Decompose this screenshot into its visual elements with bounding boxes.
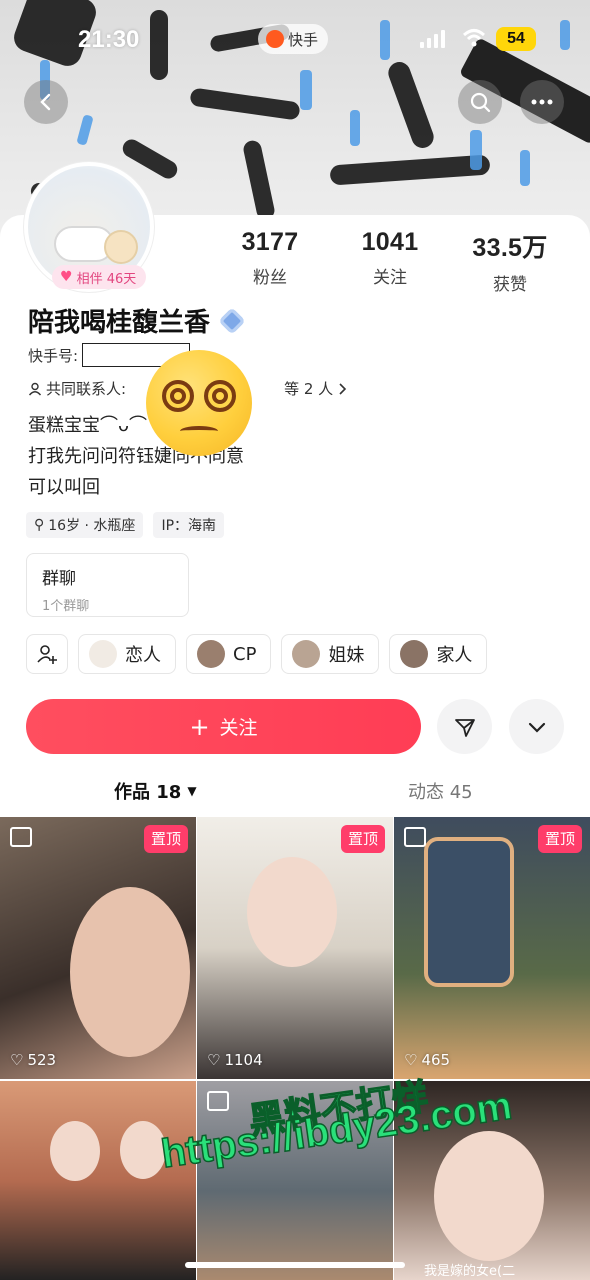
tab-works[interactable]: 作品 18 ▼: [114, 778, 197, 804]
common-contacts-suffix: 等 2 人: [284, 380, 334, 398]
wifi-icon: [462, 28, 486, 53]
relation-label: 姐妹: [328, 645, 365, 666]
follow-button-label: 关注: [219, 717, 258, 739]
post-caption-partial: 我是嫁的女e(二: [424, 1264, 516, 1279]
stat-following-label: 关注: [373, 268, 407, 288]
more-button[interactable]: [520, 80, 564, 124]
pinned-badge: 置顶: [340, 825, 385, 853]
plus-icon: +: [189, 712, 210, 741]
relation-avatar: [197, 640, 225, 668]
profile-stats: 3177 粉丝 1041 关注 33.5万 获赞: [210, 228, 580, 295]
relation-cp[interactable]: CP: [186, 634, 272, 674]
tab-moments[interactable]: 动态 45: [408, 778, 473, 804]
app-indicator: 快手: [258, 24, 329, 54]
battery-indicator: 54: [496, 27, 536, 51]
posts-grid: 置顶 ♡ 523 置顶 ♡ 1104 置顶 ♡ 465: [0, 817, 590, 1280]
like-count: ♡ 465: [404, 1051, 450, 1069]
post-tile[interactable]: 置顶 ♡ 465: [394, 817, 590, 1079]
like-count-value: 1104: [224, 1051, 263, 1069]
stat-fans[interactable]: 3177 粉丝: [210, 228, 330, 295]
pinned-badge: 置顶: [143, 825, 188, 853]
like-count-value: 465: [421, 1051, 451, 1069]
search-icon: [470, 92, 491, 113]
relation-label: 恋人: [125, 645, 161, 666]
send-icon: [454, 718, 475, 737]
chevron-left-icon: [40, 93, 51, 111]
heart-outline-icon: ♡: [404, 1051, 418, 1069]
gender-icon: ⚲: [34, 517, 45, 533]
age-tag-label: 16岁 · 水瓶座: [48, 518, 136, 534]
content-tabs: 作品 18 ▼ 动态 45: [0, 772, 590, 812]
relation-avatar: [292, 640, 321, 668]
relation-family[interactable]: 家人: [389, 634, 488, 674]
profile-nickname: 陪我喝桂馥兰香: [28, 302, 246, 339]
relation-label: 家人: [436, 645, 473, 666]
status-time: 21:30: [78, 26, 140, 53]
stat-following[interactable]: 1041 关注: [330, 228, 450, 295]
dizzy-face-sticker: [146, 350, 252, 456]
kuaishou-logo-icon: [266, 30, 284, 48]
profile-tags: ⚲ 16岁 · 水瓶座 IP：海南: [26, 512, 225, 538]
like-count: ♡ 523: [10, 1051, 56, 1069]
relation-sister[interactable]: 姐妹: [281, 634, 380, 674]
post-tile[interactable]: 置顶 ♡ 1104: [197, 817, 393, 1079]
back-button[interactable]: [24, 80, 68, 124]
stat-fans-label: 粉丝: [253, 268, 287, 288]
kuaishou-id-label: 快手号:: [28, 346, 79, 365]
chevron-right-icon: [339, 382, 347, 395]
relation-lover[interactable]: 恋人: [78, 634, 176, 674]
person-icon: [28, 382, 42, 395]
signal-icon: [420, 30, 445, 48]
photo-icon: [404, 827, 426, 847]
search-button[interactable]: [458, 80, 502, 124]
relations-row: 恋人 CP 姐妹 家人: [26, 634, 488, 674]
status-bar: 21:30 快手 54: [0, 24, 590, 58]
relation-avatar: [89, 640, 117, 668]
pinned-badge: 置顶: [537, 825, 582, 853]
like-count-value: 523: [27, 1051, 57, 1069]
like-count: ♡ 1104: [207, 1051, 263, 1069]
app-name: 快手: [288, 30, 319, 49]
add-person-icon: [37, 645, 57, 664]
verified-badge-icon[interactable]: [218, 306, 246, 335]
post-tile[interactable]: [0, 1081, 196, 1280]
stat-fans-count: 3177: [241, 228, 299, 256]
relation-avatar: [400, 640, 429, 668]
tab-works-label: 作品 18: [114, 782, 182, 803]
group-chat-title: 群聊: [42, 569, 76, 589]
more-icon: [531, 99, 553, 105]
photo-icon: [207, 1091, 229, 1111]
heart-icon: ♥: [60, 269, 73, 285]
stat-likes[interactable]: 33.5万 获赞: [450, 228, 570, 295]
expand-button[interactable]: [509, 699, 564, 754]
follow-button[interactable]: + 关注: [26, 699, 421, 754]
age-tag: ⚲ 16岁 · 水瓶座: [26, 512, 144, 538]
group-chat-card[interactable]: 群聊 1个群聊: [26, 553, 189, 617]
companion-badge[interactable]: ♥ 相伴 46天: [52, 265, 147, 289]
share-button[interactable]: [437, 699, 492, 754]
stat-following-count: 1041: [361, 228, 419, 256]
stat-likes-count: 33.5万: [472, 234, 548, 262]
common-contacts-label: 共同联系人:: [46, 380, 127, 398]
add-relation-button[interactable]: [26, 634, 68, 674]
post-tile[interactable]: 置顶 ♡ 523: [0, 817, 196, 1079]
ip-tag: IP：海南: [153, 512, 225, 538]
stat-likes-label: 获赞: [493, 275, 527, 295]
group-chat-count: 1个群聊: [42, 599, 90, 614]
chevron-down-icon: [528, 722, 545, 733]
caret-down-icon: ▼: [187, 784, 197, 798]
heart-outline-icon: ♡: [10, 1051, 24, 1069]
home-indicator[interactable]: [185, 1262, 405, 1268]
photo-icon: [10, 827, 32, 847]
heart-outline-icon: ♡: [207, 1051, 221, 1069]
bio-line: 可以叫回: [28, 477, 100, 498]
nickname-text: 陪我喝桂馥兰香: [28, 308, 211, 338]
relation-label: CP: [233, 643, 257, 665]
companion-badge-label: 相伴 46天: [76, 271, 137, 287]
